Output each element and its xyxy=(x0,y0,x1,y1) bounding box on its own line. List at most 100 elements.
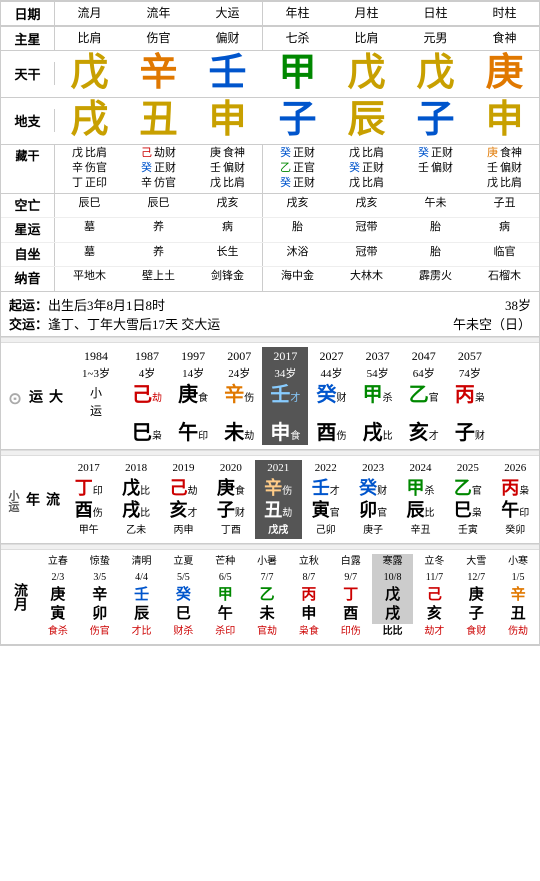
ly-tg7: 丁 xyxy=(330,586,372,605)
ny-1: 平地木 xyxy=(55,267,124,291)
dyc-year-8: 2057 xyxy=(447,347,493,366)
ny-5: 海中金 xyxy=(263,267,332,291)
zhuxing-label: 主星 xyxy=(1,27,55,50)
col-yuezhu: 月柱 xyxy=(332,2,401,25)
main-container: 日期 流月 流年 大运 年柱 月柱 日柱 时柱 主星 比肩 伤官 偏财 七杀 比… xyxy=(0,0,540,646)
ln-tg0: 丁印 xyxy=(65,478,112,500)
br-9: 劫才 xyxy=(413,624,455,640)
kw-5: 戌亥 xyxy=(263,194,332,218)
kongwang-label: 空亡 xyxy=(1,194,55,218)
ln-year-8: 2025 xyxy=(444,460,491,477)
cang-col3: 庚食神 壬偏财 戊比肩 xyxy=(193,145,262,193)
dyc-tg6: 甲杀 xyxy=(355,383,401,421)
misc-section: 空亡 辰巳 辰巳 戌亥 戌亥 戌亥 午未 子丑 星运 墓 养 病 胎 冠带 胎 … xyxy=(1,194,539,292)
dyc-age-5: 44岁 xyxy=(308,366,354,383)
xy-6: 冠带 xyxy=(332,218,401,242)
xy-7: 胎 xyxy=(401,218,470,242)
ly-dz0: 寅 xyxy=(37,605,79,624)
nayin-label: 纳音 xyxy=(1,267,55,291)
dyc-year-0: 1984 xyxy=(68,347,124,366)
br-4: 杀印 xyxy=(204,624,246,640)
dyc-year-3: 2007 xyxy=(216,347,262,366)
ly-jq3: 立夏 xyxy=(162,554,204,570)
ln-year-5: 2022 xyxy=(302,460,349,477)
ln-dz9: 午印 xyxy=(492,500,539,522)
ly-jq0: 立春 xyxy=(37,554,79,570)
br-7: 印伤 xyxy=(330,624,372,640)
liunian-cols: 2017 2018 2019 2020 2021 2022 2023 2024 … xyxy=(65,460,539,538)
dayun-toggle[interactable]: ⊙ xyxy=(5,392,24,405)
tg-nian: 甲 xyxy=(263,51,332,97)
dayun-section: 大运 ⊙ 1984 1987 1997 2007 2017 2027 2037 … xyxy=(1,343,539,451)
br-11: 伤劫 xyxy=(497,624,539,640)
kw-6: 戌亥 xyxy=(332,194,401,218)
tg-yue: 戊 xyxy=(332,51,401,97)
qiyun-label: 起运：出生后3年8月1日8时 xyxy=(9,295,165,314)
ly-jq2: 清明 xyxy=(121,554,163,570)
ly-d4: 6/5 xyxy=(204,570,246,586)
dz-liyue: 戌 xyxy=(55,98,124,144)
kw-8: 子丑 xyxy=(470,194,539,218)
ly-dz2: 辰 xyxy=(121,605,163,624)
zz-8: 临官 xyxy=(470,243,539,267)
ly-dz8: 戌 xyxy=(372,605,414,624)
dyc-age-7: 64岁 xyxy=(401,366,447,383)
date-label: 日期 xyxy=(1,2,55,25)
br-8: 比比 xyxy=(372,624,414,640)
br-2: 才比 xyxy=(121,624,163,640)
ly-d7: 9/7 xyxy=(330,570,372,586)
col-shizhu: 时柱 xyxy=(470,2,539,25)
dyc-dz1: 巳枭 xyxy=(124,421,170,445)
ly-dz11: 丑 xyxy=(497,605,539,624)
cang-col2: 己劫财 癸正财 辛仿官 xyxy=(124,145,193,193)
ly-jq9: 立冬 xyxy=(413,554,455,570)
dizhi-label: 地支 xyxy=(1,109,55,132)
dyc-age-2: 14岁 xyxy=(170,366,216,383)
col-liyue: 流月 xyxy=(55,2,124,25)
xy-8: 病 xyxy=(470,218,539,242)
dyc-tg5: 癸财 xyxy=(308,383,354,421)
cang-col6: 戊比肩 癸正财 戊比肩 xyxy=(332,145,401,193)
dyc-age-4: 34岁 xyxy=(262,366,308,383)
dyc-dz7: 亥才 xyxy=(401,421,447,445)
qiyun-section: 起运：出生后3年8月1日8时 38岁 交运：逢丁、丁年大雪后17天 交大运 午未… xyxy=(1,292,539,337)
jiaoyun-label: 交运：逢丁、丁年大雪后17天 交大运 xyxy=(9,314,220,333)
dyc-tg1: 己劫 xyxy=(124,383,170,421)
ly-jq8: 寒露 xyxy=(372,554,414,570)
dyc-age-1: 4岁 xyxy=(124,366,170,383)
dz-liuyear: 丑 xyxy=(124,98,193,144)
zz-2: 养 xyxy=(124,243,193,267)
ln-xy9: 癸卯 xyxy=(492,523,539,539)
xy-5: 胎 xyxy=(263,218,332,242)
cang-col5: 癸正财 乙正官 癸正财 xyxy=(263,145,332,193)
ln-tg6: 癸财 xyxy=(349,478,396,500)
zz-5: 沐浴 xyxy=(263,243,332,267)
ln-tg9: 丙枭 xyxy=(492,478,539,500)
jiaoyun-note: 午未空（日） xyxy=(453,314,531,333)
tg-liuyear: 辛 xyxy=(124,51,193,97)
ly-jq5: 小暑 xyxy=(246,554,288,570)
ln-tg8: 乙官 xyxy=(444,478,491,500)
ln-xy8: 壬寅 xyxy=(444,523,491,539)
zhuxing-nian: 七杀 xyxy=(263,27,332,50)
ly-tg0: 庚 xyxy=(37,586,79,605)
ly-dz6: 申 xyxy=(288,605,330,624)
dizhi-row: 地支 戌 丑 申 子 辰 子 申 xyxy=(1,98,539,145)
ly-jq10: 大雪 xyxy=(455,554,497,570)
dyc-tg7: 乙官 xyxy=(401,383,447,421)
ln-year-9: 2026 xyxy=(492,460,539,477)
dyc-tg0: 小运 xyxy=(68,383,124,421)
ln-year-0: 2017 xyxy=(65,460,112,477)
ln-dz0: 酉伤 xyxy=(65,500,112,522)
ny-7: 霹雳火 xyxy=(401,267,470,291)
dyc-year-5: 2027 xyxy=(308,347,354,366)
ny-2: 壁上土 xyxy=(124,267,193,291)
tg-dayun: 壬 xyxy=(193,51,262,97)
ln-xy4: 戊戌 xyxy=(255,523,302,539)
dyc-dz3: 未劫 xyxy=(216,421,262,445)
ln-xy6: 庚子 xyxy=(349,523,396,539)
qiyun-age: 38岁 xyxy=(505,295,531,314)
dyc-age-0: 1~3岁 xyxy=(68,366,124,383)
ly-tg3: 癸 xyxy=(162,586,204,605)
xy-1: 墓 xyxy=(55,218,124,242)
